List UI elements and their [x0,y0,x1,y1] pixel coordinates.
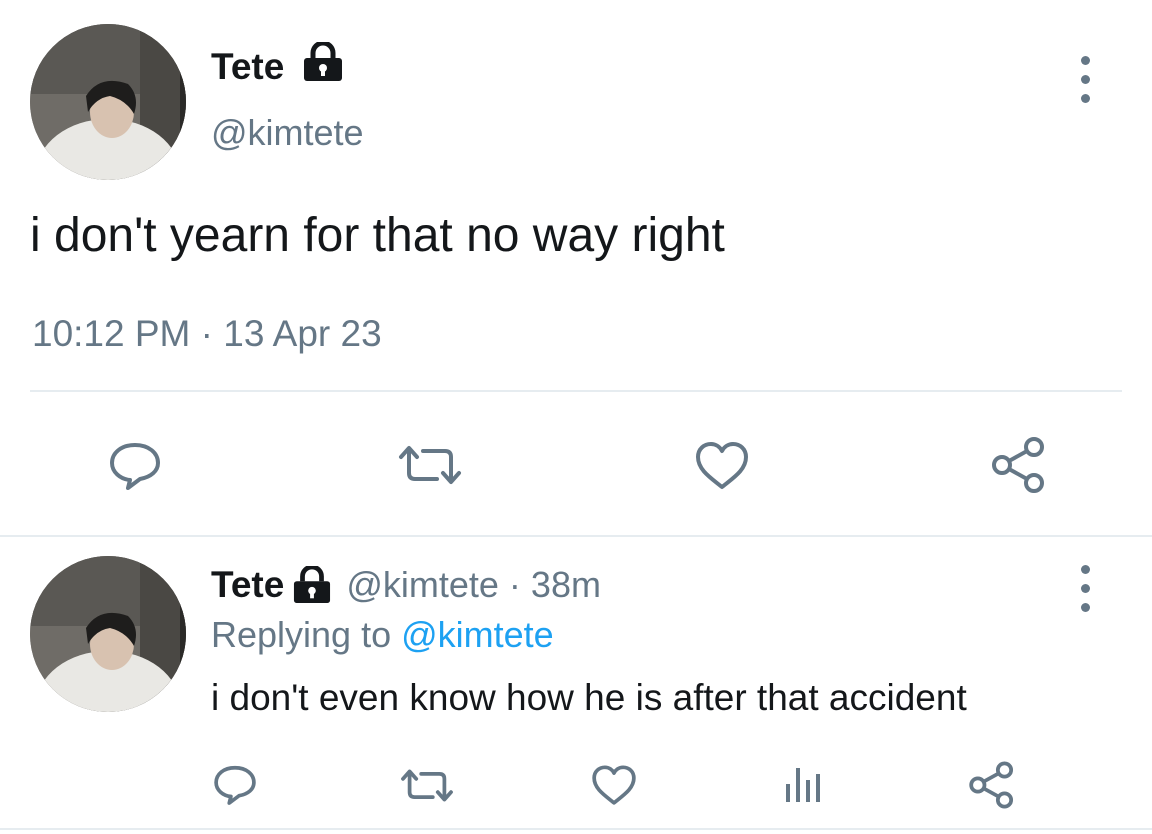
user-handle[interactable]: @kimtete [346,564,499,606]
separator: · [200,313,213,354]
like-icon[interactable] [590,764,638,807]
reply-icon[interactable] [107,440,163,492]
reply-header: Tete @kimtete · 38m [211,564,601,606]
time[interactable]: 10:12 PM [32,313,190,354]
display-name[interactable]: Tete [211,564,284,606]
more-icon[interactable] [1081,56,1090,103]
share-icon[interactable] [988,435,1050,495]
retweet-icon[interactable] [398,767,456,804]
more-icon[interactable] [1081,565,1090,612]
replying-to: Replying to @kimtete [211,614,554,656]
analytics-icon[interactable] [783,764,823,804]
timestamp: 10:12 PM · 13 Apr 23 [32,313,382,355]
avatar[interactable] [30,556,186,712]
tweet-text: i don't even know how he is after that a… [211,677,967,718]
divider [0,828,1152,830]
like-icon[interactable] [693,440,751,492]
tweet-age[interactable]: 38m [531,564,601,606]
reply-icon[interactable] [212,763,258,807]
retweet-icon[interactable] [395,443,465,487]
replying-label: Replying to [211,614,392,655]
user-handle[interactable]: @kimtete [211,112,364,154]
avatar[interactable] [30,24,186,180]
mention-link[interactable]: @kimtete [401,614,554,655]
separator: · [508,564,521,605]
date[interactable]: 13 Apr 23 [223,313,381,354]
divider [0,535,1152,537]
share-icon[interactable] [966,760,1018,810]
lock-icon [292,566,332,604]
divider [30,390,1122,392]
tweet-text: i don't yearn for that no way right [30,209,725,262]
display-name[interactable]: Tete [211,46,284,88]
lock-icon [302,42,344,82]
